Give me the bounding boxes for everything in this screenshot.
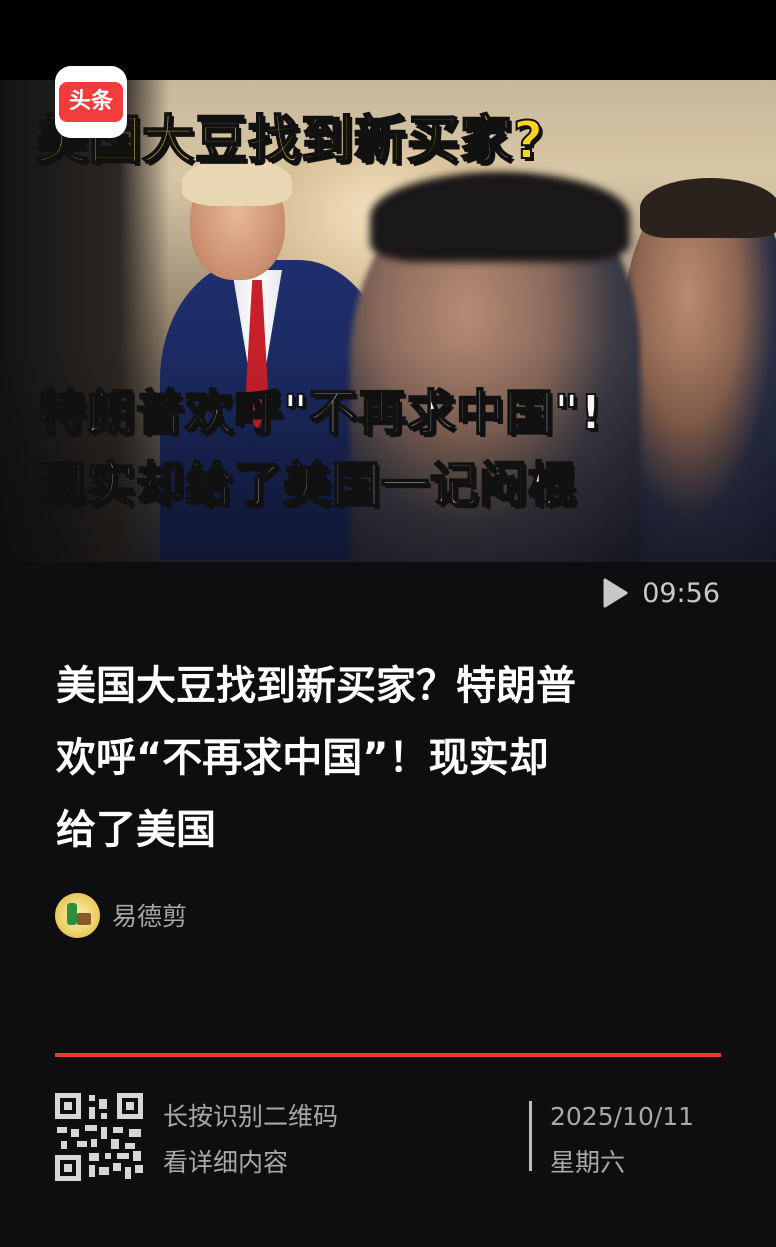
qr-module xyxy=(99,1099,107,1109)
author-row[interactable]: 易德剪 xyxy=(55,892,187,938)
qr-hint-line2: 看详细内容 xyxy=(163,1148,289,1177)
article-title-line3: 给了美国 xyxy=(56,807,216,853)
qr-module xyxy=(135,1165,143,1173)
article-title-line1: 美国大豆找到新买家？特朗普 xyxy=(56,663,576,709)
qr-finder-bottom-left xyxy=(55,1155,81,1181)
article-title[interactable]: 美国大豆找到新买家？特朗普 欢呼“不再求中国”！现实却 给了美国 xyxy=(56,650,726,866)
qr-module xyxy=(77,1141,87,1147)
qr-module xyxy=(105,1153,111,1159)
qr-finder-top-left xyxy=(55,1093,81,1119)
qr-finder-top-right xyxy=(117,1093,143,1119)
qr-module xyxy=(101,1127,107,1139)
footer-separator xyxy=(529,1101,532,1171)
qr-hint: 长按识别二维码 看详细内容 xyxy=(163,1094,338,1186)
qr-module xyxy=(57,1127,67,1133)
thumbnail-subtitle-line2: 现实却给了美国一记闷棍 xyxy=(37,456,578,514)
author-name[interactable]: 易德剪 xyxy=(112,897,187,933)
thumbnail-subtitle-line1: 特朗普欢呼"不再求中国"! xyxy=(37,384,603,442)
qr-module xyxy=(125,1167,131,1179)
qr-module xyxy=(89,1107,95,1119)
qr-module xyxy=(111,1139,119,1149)
qr-module xyxy=(99,1167,109,1175)
avatar-object xyxy=(77,912,91,925)
qr-code[interactable] xyxy=(55,1093,143,1181)
avatar-figure xyxy=(67,902,77,925)
publish-weekday: 星期六 xyxy=(550,1148,626,1177)
qr-module xyxy=(101,1113,107,1119)
video-duration: 09:56 xyxy=(642,577,720,609)
qr-module xyxy=(125,1143,135,1149)
qr-module xyxy=(89,1153,99,1161)
author-avatar[interactable] xyxy=(55,892,100,938)
qr-module xyxy=(89,1165,95,1177)
qr-module xyxy=(89,1095,95,1101)
publish-date: 2025/10/11 xyxy=(550,1102,695,1131)
qr-module xyxy=(133,1151,141,1161)
section-divider xyxy=(55,1053,721,1057)
qr-module xyxy=(113,1163,121,1171)
qr-module xyxy=(113,1127,123,1133)
toutiao-logo-badge: 头条 xyxy=(55,66,127,138)
play-icon[interactable] xyxy=(602,578,628,608)
article-title-line2: 欢呼“不再求中国”！现实却 xyxy=(56,735,549,781)
toutiao-logo-label: 头条 xyxy=(59,82,123,122)
qr-module xyxy=(85,1125,97,1131)
video-meta: 09:56 xyxy=(602,574,720,612)
qr-module xyxy=(91,1139,97,1147)
qr-module xyxy=(129,1129,141,1137)
date-block: 2025/10/11 星期六 xyxy=(550,1094,694,1186)
qr-module xyxy=(71,1129,79,1137)
qr-module xyxy=(61,1141,67,1149)
qr-module xyxy=(117,1153,129,1159)
qr-hint-line1: 长按识别二维码 xyxy=(163,1102,339,1131)
